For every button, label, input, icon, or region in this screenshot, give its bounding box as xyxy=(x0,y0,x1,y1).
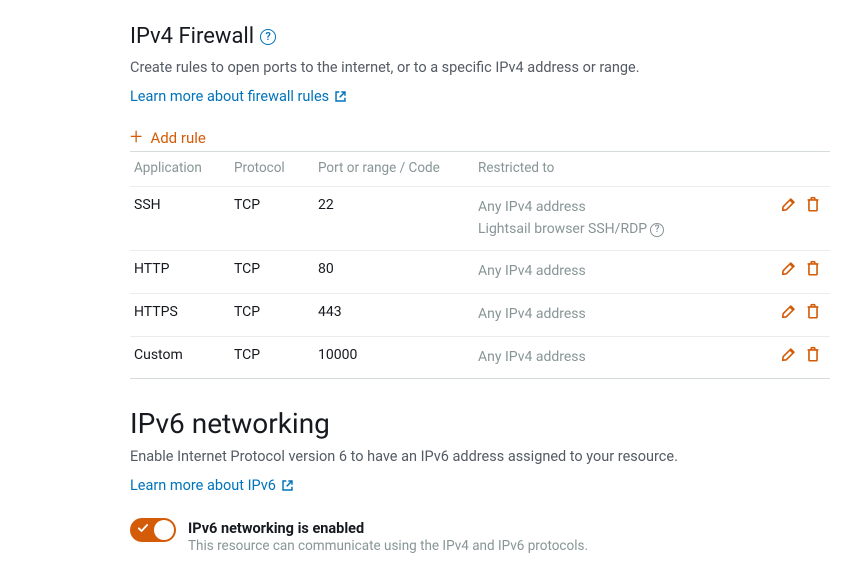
rule-port: 22 xyxy=(314,187,474,251)
restricted-to-value: Any IPv4 address xyxy=(478,197,752,219)
rule-application: HTTP xyxy=(130,251,230,294)
ipv6-toggle[interactable] xyxy=(130,518,176,542)
rule-application: Custom xyxy=(130,336,230,379)
help-icon[interactable]: ? xyxy=(260,29,276,45)
learn-more-firewall-text: Learn more about firewall rules xyxy=(130,88,329,105)
rule-restricted: Any IPv4 address xyxy=(474,251,760,294)
rule-restricted: Any IPv4 address xyxy=(474,294,760,337)
learn-more-ipv6-text: Learn more about IPv6 xyxy=(130,477,276,494)
rule-application: HTTPS xyxy=(130,294,230,337)
edit-rule-button[interactable] xyxy=(780,345,798,363)
check-icon xyxy=(137,522,149,538)
delete-rule-button[interactable] xyxy=(804,302,822,320)
restricted-to-extra: Lightsail browser SSH/RDP? xyxy=(478,219,752,241)
plus-icon: + xyxy=(130,129,142,147)
delete-rule-button[interactable] xyxy=(804,345,822,363)
table-row: SSHTCP22Any IPv4 addressLightsail browse… xyxy=(130,187,830,251)
add-rule-button[interactable]: + Add rule xyxy=(130,129,830,147)
add-rule-label: Add rule xyxy=(150,129,205,147)
ipv6-networking-title: IPv6 networking xyxy=(130,407,830,440)
rule-protocol: TCP xyxy=(230,294,314,337)
col-header-restricted: Restricted to xyxy=(474,152,760,187)
col-header-application: Application xyxy=(130,152,230,187)
delete-rule-button[interactable] xyxy=(804,195,822,213)
ipv6-description: Enable Internet Protocol version 6 to ha… xyxy=(130,446,830,467)
rule-protocol: TCP xyxy=(230,187,314,251)
rule-protocol: TCP xyxy=(230,336,314,379)
col-header-protocol: Protocol xyxy=(230,152,314,187)
table-row: CustomTCP10000Any IPv4 address xyxy=(130,336,830,379)
table-row: HTTPSTCP443Any IPv4 address xyxy=(130,294,830,337)
edit-rule-button[interactable] xyxy=(780,195,798,213)
edit-rule-button[interactable] xyxy=(780,302,798,320)
rule-port: 443 xyxy=(314,294,474,337)
edit-rule-button[interactable] xyxy=(780,259,798,277)
rule-restricted: Any IPv4 addressLightsail browser SSH/RD… xyxy=(474,187,760,251)
rule-restricted: Any IPv4 address xyxy=(474,336,760,379)
rule-port: 80 xyxy=(314,251,474,294)
delete-rule-button[interactable] xyxy=(804,259,822,277)
external-link-icon xyxy=(281,479,294,492)
restricted-to-value: Any IPv4 address xyxy=(478,261,752,283)
help-icon[interactable]: ? xyxy=(650,223,664,237)
ipv4-title-text: IPv4 Firewall xyxy=(130,24,254,49)
learn-more-firewall-link[interactable]: Learn more about firewall rules xyxy=(130,88,347,105)
ipv4-firewall-title: IPv4 Firewall ? xyxy=(130,24,830,49)
rule-protocol: TCP xyxy=(230,251,314,294)
restricted-to-value: Any IPv4 address xyxy=(478,347,752,369)
toggle-knob xyxy=(154,520,174,540)
col-header-port: Port or range / Code xyxy=(314,152,474,187)
firewall-rules-table: Application Protocol Port or range / Cod… xyxy=(130,151,830,379)
ipv6-toggle-sub: This resource can communicate using the … xyxy=(188,538,588,554)
learn-more-ipv6-link[interactable]: Learn more about IPv6 xyxy=(130,477,294,494)
rule-port: 10000 xyxy=(314,336,474,379)
restricted-to-value: Any IPv4 address xyxy=(478,304,752,326)
ipv4-description: Create rules to open ports to the intern… xyxy=(130,57,830,78)
ipv6-toggle-label: IPv6 networking is enabled xyxy=(188,520,588,537)
firewall-rules-body: SSHTCP22Any IPv4 addressLightsail browse… xyxy=(130,187,830,379)
external-link-icon xyxy=(334,90,347,103)
rule-application: SSH xyxy=(130,187,230,251)
table-row: HTTPTCP80Any IPv4 address xyxy=(130,251,830,294)
